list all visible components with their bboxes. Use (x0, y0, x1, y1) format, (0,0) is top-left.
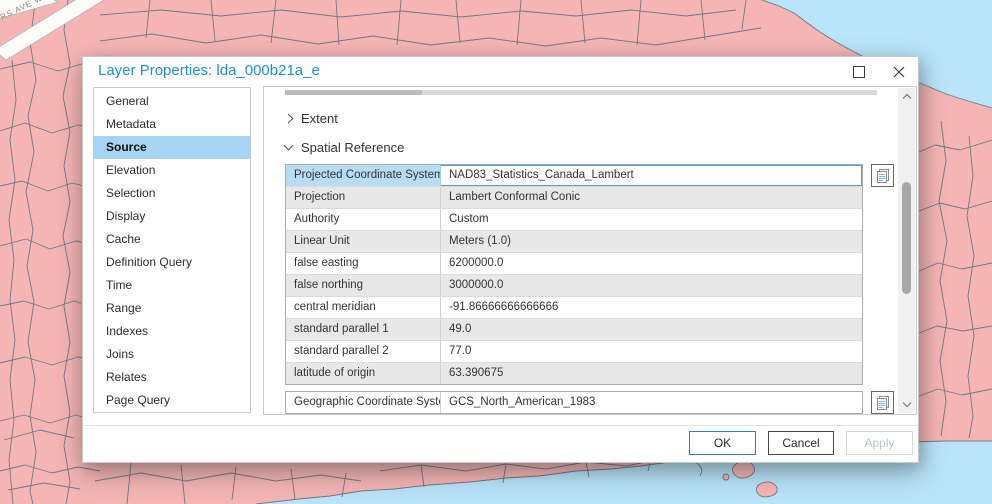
table-row[interactable]: false easting 6200000.0 (286, 252, 862, 274)
row-label: standard parallel 1 (286, 319, 441, 340)
sidebar-item-general[interactable]: General (94, 90, 250, 113)
sidebar-item-metadata[interactable]: Metadata (94, 113, 250, 136)
sidebar-item-page-query[interactable]: Page Query (94, 389, 250, 412)
vertical-scrollbar[interactable] (898, 88, 915, 413)
table-row[interactable]: standard parallel 1 49.0 (286, 318, 862, 340)
sidebar-item-definition-query[interactable]: Definition Query (94, 251, 250, 274)
row-value: -91.86666666666666 (449, 301, 559, 313)
row-value: 6200000.0 (449, 257, 504, 269)
apply-button[interactable]: Apply (846, 431, 913, 455)
copy-geographic-button[interactable] (871, 391, 894, 414)
chevron-down-icon (902, 398, 911, 407)
section-spatial-reference[interactable]: Spatial Reference (283, 139, 405, 155)
chevron-up-icon (902, 93, 911, 103)
table-row[interactable]: Projection Lambert Conformal Conic (286, 186, 862, 208)
cancel-button[interactable]: Cancel (768, 431, 834, 455)
sidebar-item-time[interactable]: Time (94, 274, 250, 297)
footer-divider (83, 425, 918, 426)
chevron-down-icon (283, 140, 294, 150)
row-value: 77.0 (449, 345, 472, 357)
dialog-title: Layer Properties: lda_000b21a_e (98, 62, 320, 79)
row-value: 49.0 (449, 323, 472, 335)
table-row[interactable]: central meridian -91.86666666666666 (286, 296, 862, 318)
section-label: Extent (301, 110, 338, 126)
row-label: Geographic Coordinate System (286, 392, 441, 413)
sidebar-item-cache[interactable]: Cache (94, 228, 250, 251)
row-label: Projection (286, 187, 441, 208)
scrolled-table-remnant (285, 90, 422, 95)
row-label: Linear Unit (286, 231, 441, 252)
table-row[interactable]: Projected Coordinate System NAD83_Statis… (286, 165, 862, 186)
geographic-coordinate-table: Geographic Coordinate System GCS_North_A… (285, 391, 863, 414)
close-button[interactable] (884, 59, 914, 85)
layer-properties-dialog: Layer Properties: lda_000b21a_e General … (82, 56, 919, 463)
row-value: Meters (1.0) (449, 235, 511, 247)
sidebar-item-indexes[interactable]: Indexes (94, 320, 250, 343)
sidebar-item-range[interactable]: Range (94, 297, 250, 320)
row-label: Projected Coordinate System (286, 165, 441, 186)
scroll-up-button[interactable] (898, 88, 915, 105)
row-value: 3000000.0 (449, 279, 504, 291)
section-label: Spatial Reference (301, 139, 405, 155)
row-label: standard parallel 2 (286, 341, 441, 362)
sidebar: General Metadata Source Elevation Select… (93, 87, 251, 413)
row-value: Custom (449, 213, 489, 225)
copy-icon (876, 395, 889, 410)
row-label: latitude of origin (286, 363, 441, 384)
projected-coordinate-table: Projected Coordinate System NAD83_Statis… (285, 164, 863, 385)
sidebar-item-elevation[interactable]: Elevation (94, 159, 250, 182)
sidebar-item-selection[interactable]: Selection (94, 182, 250, 205)
sidebar-item-relates[interactable]: Relates (94, 366, 250, 389)
copy-projected-button[interactable] (871, 164, 894, 187)
table-row[interactable]: latitude of origin 63.390675 (286, 362, 862, 384)
table-row[interactable]: Linear Unit Meters (1.0) (286, 230, 862, 252)
table-row[interactable]: false northing 3000000.0 (286, 274, 862, 296)
scrollbar-thumb[interactable] (902, 182, 911, 294)
row-label: false northing (286, 275, 441, 296)
row-label: false easting (286, 253, 441, 274)
sidebar-item-joins[interactable]: Joins (94, 343, 250, 366)
table-row[interactable]: Authority Custom (286, 208, 862, 230)
row-label: Authority (286, 209, 441, 230)
content-pane: Extent Spatial Reference Projected Coord… (263, 86, 917, 415)
ok-button[interactable]: OK (689, 431, 756, 455)
row-label: central meridian (286, 297, 441, 318)
chevron-right-icon (283, 113, 294, 123)
sidebar-item-source[interactable]: Source (94, 136, 250, 159)
section-extent[interactable]: Extent (283, 110, 338, 126)
table-row[interactable]: Geographic Coordinate System GCS_North_A… (286, 392, 862, 413)
sidebar-item-display[interactable]: Display (94, 205, 250, 228)
copy-icon (876, 168, 889, 183)
screen: RS AVE W Layer Properties: lda_000b21a_e… (0, 0, 992, 504)
dialog-titlebar[interactable]: Layer Properties: lda_000b21a_e (83, 57, 918, 87)
maximize-button[interactable] (844, 59, 874, 85)
maximize-icon (853, 66, 865, 78)
scrolled-table-remnant (422, 90, 877, 95)
row-value: NAD83_Statistics_Canada_Lambert (449, 169, 634, 181)
row-value: GCS_North_American_1983 (449, 396, 596, 408)
row-value: Lambert Conformal Conic (449, 191, 581, 203)
table-row[interactable]: standard parallel 2 77.0 (286, 340, 862, 362)
scroll-down-button[interactable] (898, 396, 915, 413)
close-icon (893, 66, 905, 78)
row-value: 63.390675 (449, 367, 504, 379)
